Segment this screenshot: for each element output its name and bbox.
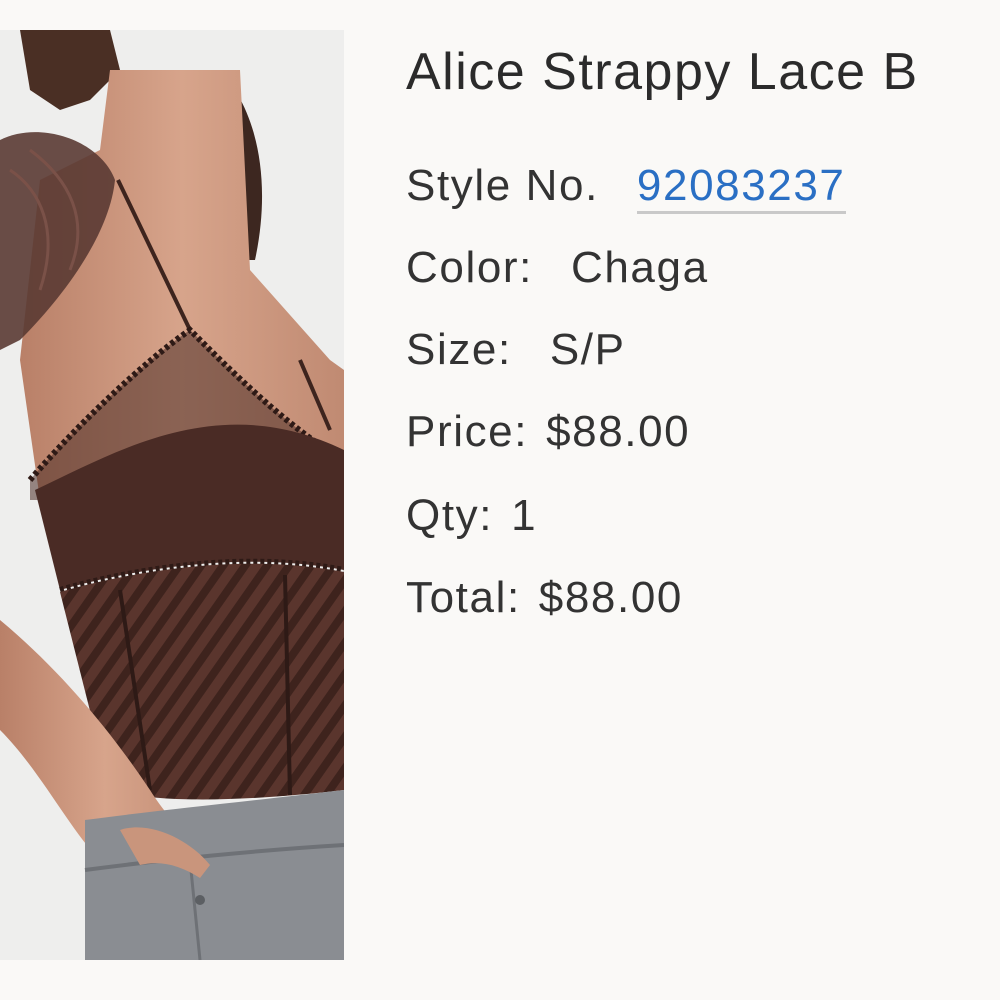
color-row: Color: Chaga — [406, 240, 709, 296]
product-title: Alice Strappy Lace B — [406, 43, 919, 101]
price-row: Price: $88.00 — [406, 404, 690, 460]
price-value: $88.00 — [546, 407, 691, 456]
product-image — [0, 30, 344, 960]
size-row: Size: S/P — [406, 322, 626, 378]
quantity-row: Qty: 1 — [406, 488, 537, 544]
style-number-link[interactable]: 92083237 — [636, 161, 846, 214]
product-photo-illustration — [0, 30, 344, 960]
total-label: Total: — [406, 573, 521, 622]
quantity-label: Qty: — [406, 491, 494, 540]
color-value: Chaga — [570, 243, 709, 292]
denim-jeans — [85, 790, 344, 960]
size-value: S/P — [549, 325, 626, 374]
size-label: Size: — [406, 325, 512, 374]
style-number-label: Style No. — [406, 161, 599, 210]
quantity-value: 1 — [511, 491, 538, 540]
color-label: Color: — [406, 243, 533, 292]
total-row: Total: $88.00 — [406, 570, 683, 626]
price-label: Price: — [406, 407, 529, 456]
style-number-row: Style No. 92083237 — [406, 158, 846, 214]
total-value: $88.00 — [538, 573, 683, 622]
